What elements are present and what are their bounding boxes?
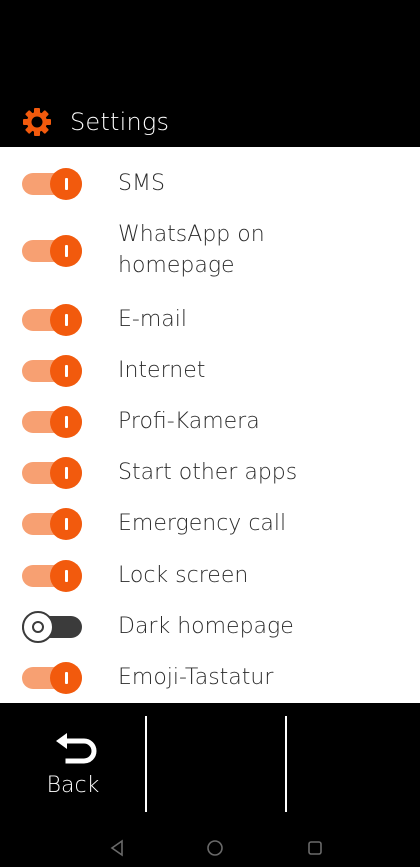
internet-toggle[interactable] [22, 355, 84, 387]
settings-list: SMS WhatsApp on homepage E-mail Internet… [0, 147, 420, 703]
setting-label: SMS [118, 171, 165, 196]
system-nav-bar [0, 828, 420, 867]
email-toggle[interactable] [22, 304, 84, 336]
toggle-on-mark [64, 672, 68, 684]
setting-label: Dark homepage [118, 614, 294, 639]
toggle-on-mark [64, 570, 68, 582]
empty-action-slot [287, 703, 420, 828]
setting-label: WhatsApp on homepage [118, 222, 265, 278]
profi-kamera-toggle[interactable] [22, 406, 84, 438]
header-row: Settings [22, 104, 169, 140]
back-button[interactable]: Back [0, 703, 146, 828]
recents-square-icon[interactable] [305, 838, 325, 858]
lock-screen-toggle[interactable] [22, 560, 84, 592]
settings-screen: Settings SMS WhatsApp on homepage E-mail… [0, 0, 420, 867]
toggle-on-mark [64, 178, 68, 190]
setting-label: Start other apps [118, 460, 298, 485]
toggle-on-mark [64, 245, 68, 257]
toggle-knob [22, 611, 54, 643]
toggle-on-mark [64, 416, 68, 428]
toggle-knob [50, 235, 82, 267]
page-title: Settings [70, 108, 170, 136]
setting-label: Emoji-Tastatur [118, 665, 274, 690]
setting-label: Internet [118, 358, 206, 383]
toggle-knob [50, 560, 82, 592]
emergency-call-toggle[interactable] [22, 508, 84, 540]
emoji-tastatur-toggle[interactable] [22, 662, 84, 694]
toggle-on-mark [64, 467, 68, 479]
setting-label: Profi-Kamera [118, 409, 260, 434]
toggle-knob [50, 168, 82, 200]
empty-action-slot [147, 703, 285, 828]
whatsapp-toggle[interactable] [22, 235, 84, 267]
toggle-knob [50, 508, 82, 540]
gear-icon [23, 108, 51, 136]
toggle-on-mark [64, 365, 68, 377]
back-label: Back [46, 773, 100, 798]
toggle-knob [50, 406, 82, 438]
start-other-apps-toggle[interactable] [22, 457, 84, 489]
toggle-off-mark [32, 621, 44, 633]
toggle-knob [50, 355, 82, 387]
back-arrow-icon [56, 733, 97, 764]
back-triangle-icon[interactable] [107, 838, 127, 858]
setting-label: Emergency call [118, 511, 287, 536]
home-circle-icon[interactable] [205, 838, 225, 858]
toggle-knob [50, 304, 82, 336]
bottom-action-bar: Back [0, 703, 420, 828]
dark-homepage-toggle[interactable] [22, 611, 84, 643]
header: Settings [0, 0, 420, 147]
toggle-on-mark [64, 518, 68, 530]
setting-label: E-mail [118, 307, 187, 332]
toggle-on-mark [64, 314, 68, 326]
sms-toggle[interactable] [22, 168, 84, 200]
setting-label: Lock screen [118, 563, 249, 588]
toggle-knob [50, 457, 82, 489]
toggle-knob [50, 662, 82, 694]
